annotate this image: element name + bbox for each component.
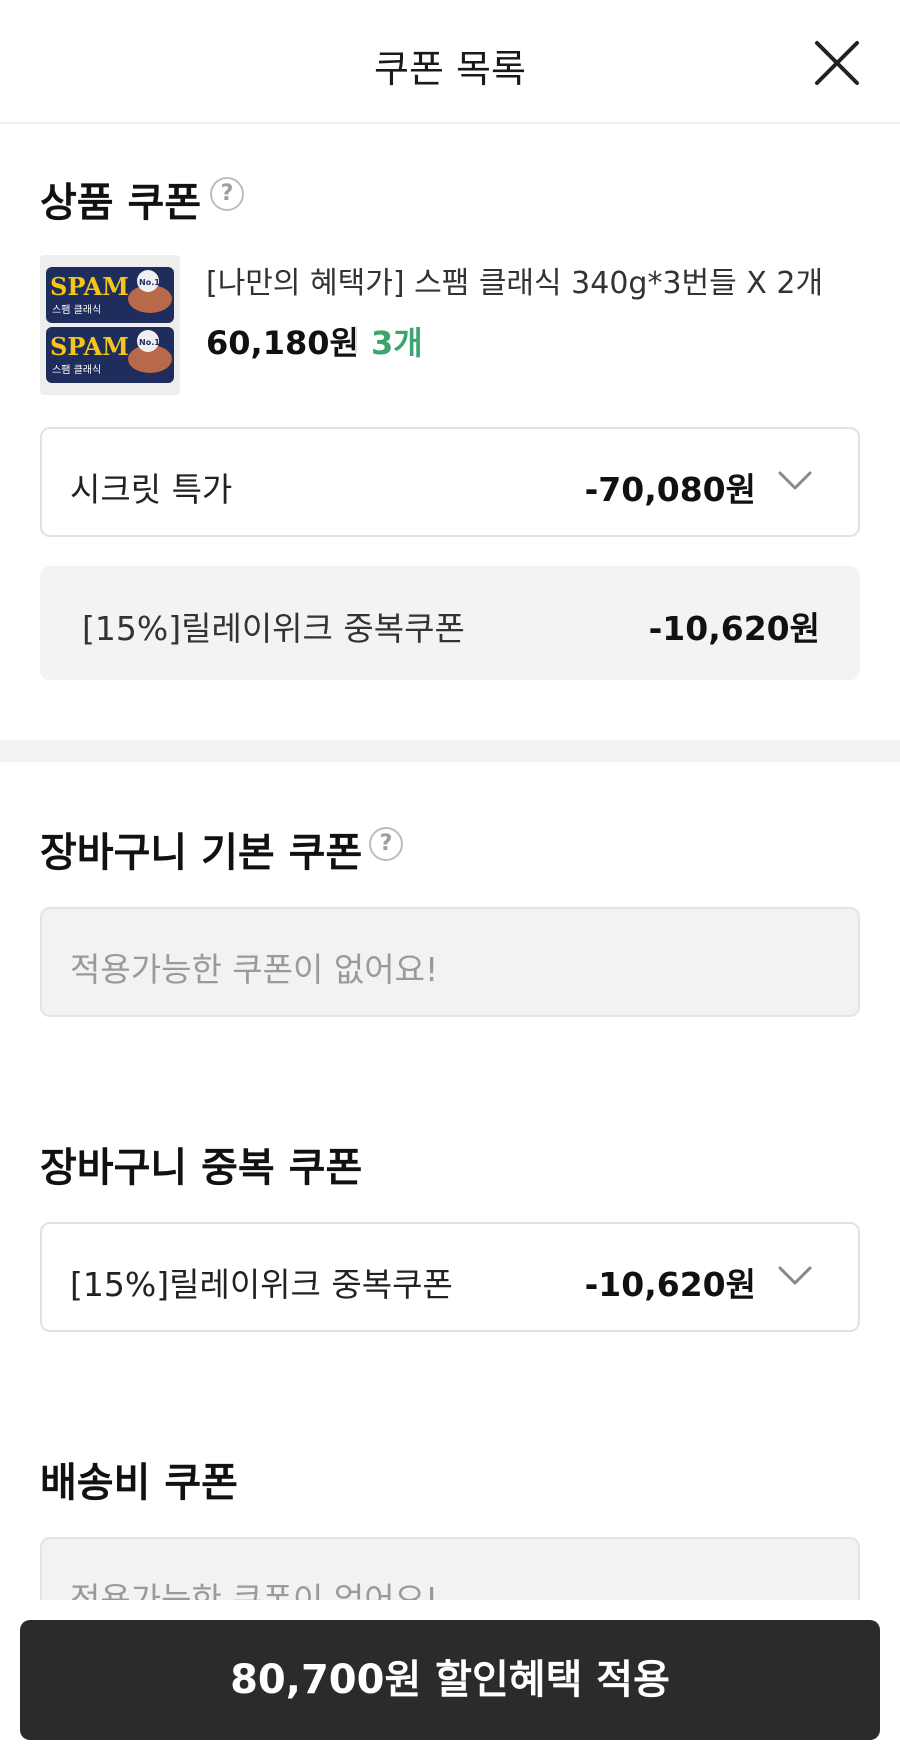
close-button[interactable] (812, 38, 862, 88)
chevron-down-icon (778, 1266, 812, 1285)
spam-can-image: SPAM SPAM 스팸 클래식 스팸 클래식 No.1 No.1 (40, 255, 180, 395)
product-price: 60,180원 (206, 324, 359, 362)
close-icon[interactable] (812, 38, 862, 88)
chevron-down-icon (778, 471, 812, 490)
apply-discount-button[interactable]: 80,700원 할인혜택 적용 (20, 1620, 880, 1740)
thumbnail-badge: No.1 (139, 278, 160, 287)
thumbnail-brand: SPAM (50, 272, 129, 301)
coupon-select-value: -70,080원 (584, 470, 756, 509)
cart-basic-coupon-title: 장바구니 기본 쿠폰 (40, 830, 363, 876)
help-icon[interactable]: ? (210, 177, 244, 211)
price-divider (355, 326, 357, 354)
help-icon[interactable]: ? (369, 827, 403, 861)
cart-basic-coupon-empty: 적용가능한 쿠폰이 없어요! (40, 907, 860, 1017)
cart-stack-coupon-select[interactable]: [15%]릴레이위크 중복쿠폰 -10,620원 (40, 1222, 860, 1332)
empty-message: 적용가능한 쿠폰이 없어요! (70, 950, 439, 989)
applied-coupon-row: [15%]릴레이위크 중복쿠폰 -10,620원 (40, 566, 860, 680)
thumbnail-brand-2: SPAM (50, 332, 129, 361)
shipping-coupon-title: 배송비 쿠폰 (40, 1460, 238, 1506)
cart-stack-coupon-title: 장바구니 중복 쿠폰 (40, 1145, 363, 1191)
thumbnail-badge-2: No.1 (139, 338, 160, 347)
product-coupon-select[interactable]: 시크릿 특가 -70,080원 (40, 427, 860, 537)
applied-coupon-label: [15%]릴레이위크 중복쿠폰 (82, 609, 465, 648)
applied-coupon-value: -10,620원 (648, 609, 820, 648)
modal-header: 쿠폰 목록 (0, 0, 900, 124)
coupon-select-label: 시크릿 특가 (70, 470, 233, 509)
product-coupon-title: 상품 쿠폰 (40, 180, 202, 226)
page-title: 쿠폰 목록 (374, 47, 526, 91)
product-quantity: 3개 (371, 324, 423, 362)
product-name: [나만의 혜택가] 스팸 클래식 340g*3번들 X 2개 (206, 266, 824, 301)
section-divider (0, 740, 900, 762)
thumbnail-subtitle: 스팸 클래식 (52, 304, 101, 316)
product-thumbnail: SPAM SPAM 스팸 클래식 스팸 클래식 No.1 No.1 (40, 255, 180, 395)
coupon-select-value: -10,620원 (584, 1265, 756, 1304)
coupon-select-label: [15%]릴레이위크 중복쿠폰 (70, 1265, 453, 1304)
thumbnail-subtitle-2: 스팸 클래식 (52, 364, 101, 376)
